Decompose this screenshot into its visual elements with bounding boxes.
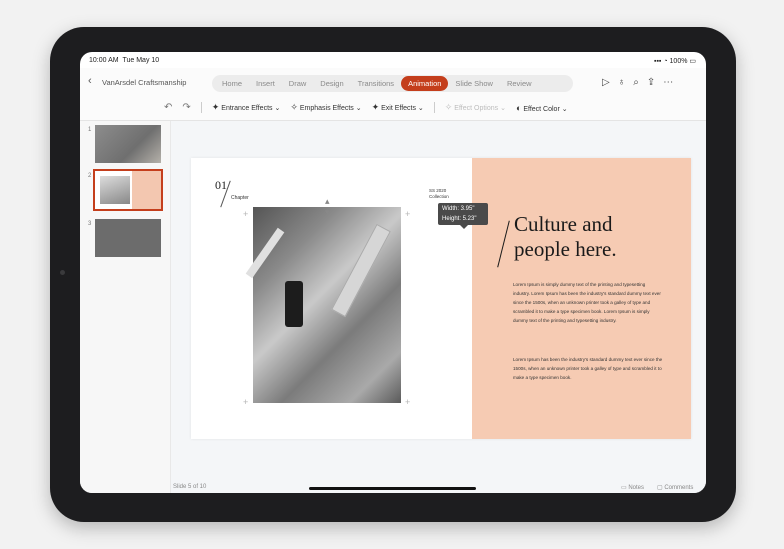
- effect-color-button[interactable]: ◐ Effect Color ⌄: [516, 103, 568, 113]
- emphasis-effects-label: Emphasis Effects: [299, 105, 354, 112]
- slide-title-line1: Culture and: [514, 212, 613, 236]
- comments-label: Comments: [664, 485, 694, 491]
- document-title[interactable]: VanArsdel Craftsmanship: [102, 78, 186, 87]
- tab-transitions[interactable]: Transitions: [351, 76, 401, 91]
- effect-options-icon: ✧: [444, 102, 453, 112]
- resize-handle-icon[interactable]: +: [405, 209, 410, 219]
- collection-season: SS 2020: [429, 188, 447, 193]
- slide-thumbnail-1[interactable]: [95, 125, 161, 163]
- slide-title-line2: people here.: [514, 237, 617, 261]
- tab-animation[interactable]: Animation: [401, 76, 449, 91]
- tab-design[interactable]: Design: [313, 76, 350, 91]
- resize-handle-icon[interactable]: +: [243, 397, 248, 407]
- slide-thumbnail-3[interactable]: [95, 219, 161, 257]
- status-bar: 10:00 AM Tue May 10 ▪▪▪ ◔ 100% ▭: [80, 52, 706, 68]
- back-chevron-icon[interactable]: ‹: [88, 75, 92, 87]
- resize-handle-icon[interactable]: +: [243, 209, 248, 219]
- tab-insert[interactable]: Insert: [249, 76, 282, 91]
- camera-dot: [60, 270, 65, 275]
- entrance-effects-button[interactable]: ✦ Entrance Effects ⌄: [212, 102, 281, 113]
- tab-home[interactable]: Home: [215, 76, 249, 91]
- battery-percent: 100%: [669, 58, 688, 65]
- slide-thumbnail-pane: 1 2 3: [80, 121, 171, 493]
- effect-color-icon: ◐: [515, 102, 522, 113]
- notes-label: Notes: [628, 485, 645, 491]
- chapter-label[interactable]: Chapter: [231, 195, 249, 201]
- size-tooltip: Width: 3.95" Height: 5.23": [438, 203, 488, 229]
- share-icon[interactable]: ⇪: [647, 77, 655, 88]
- tooltip-width: Width: 3.95": [442, 206, 475, 212]
- tab-draw[interactable]: Draw: [282, 76, 314, 91]
- tab-slide-show[interactable]: Slide Show: [448, 76, 500, 91]
- photo-ruler: [331, 223, 391, 318]
- toolbar-divider: [200, 102, 202, 113]
- effect-color-label: Effect Color: [523, 105, 560, 113]
- tooltip-height: Height: 5.23": [442, 216, 477, 222]
- play-icon[interactable]: ▷: [602, 77, 610, 88]
- exit-effects-label: Exit Effects: [381, 105, 416, 112]
- comments-button[interactable]: ▢ Comments: [657, 484, 693, 491]
- slide[interactable]: 01 Chapter SS 2020 Collection + + + + ▴ ▾ …: [191, 158, 691, 439]
- ribbon: ‹ VanArsdel Craftsmanship Home Insert Dr…: [80, 68, 706, 121]
- slide-thumbnail-2[interactable]: [93, 169, 163, 211]
- emphasis-effects-icon: ✧: [290, 102, 298, 112]
- status-time-date: 10:00 AM Tue May 10: [89, 57, 159, 64]
- body-paragraph-2[interactable]: Lorem Ipsum has been the industry's stan…: [513, 355, 663, 382]
- animation-toolbar: ↶ ↷ ✦ Entrance Effects ⌄ ✧ Emphasis Effe…: [164, 102, 568, 113]
- thumbnail-panel: [131, 171, 161, 209]
- collection-label[interactable]: SS 2020 Collection: [429, 188, 449, 200]
- thumbnail-number: 2: [88, 173, 92, 179]
- redo-icon[interactable]: ↷: [182, 102, 190, 113]
- exit-effects-icon: ✦: [371, 102, 380, 112]
- effect-options-button[interactable]: ✧ Effect Options ⌄: [445, 102, 506, 113]
- effect-options-label: Effect Options: [454, 105, 499, 112]
- status-right: ▪▪▪ ◔ 100% ▭: [653, 58, 696, 65]
- emphasis-effects-button[interactable]: ✧ Emphasis Effects ⌄: [290, 102, 361, 113]
- entrance-effects-label: Entrance Effects: [221, 105, 273, 112]
- exit-effects-button[interactable]: ✦ Exit Effects ⌄: [372, 102, 424, 113]
- undo-icon[interactable]: ↶: [164, 102, 172, 113]
- thumbnail-photo: [100, 176, 130, 204]
- home-indicator[interactable]: [309, 487, 476, 490]
- tab-review[interactable]: Review: [500, 76, 539, 91]
- thumbnail-number: 1: [88, 127, 92, 133]
- ribbon-tabs: Home Insert Draw Design Transitions Anim…: [212, 75, 573, 92]
- ribbon-right-icons: ▷ ♁ ⌕ ⇪ ⋯: [602, 77, 673, 88]
- more-icon[interactable]: ⋯: [663, 77, 673, 88]
- status-date: Tue May 10: [122, 57, 160, 64]
- move-handle-icon[interactable]: ▴ ▾: [325, 196, 330, 218]
- resize-handle-icon[interactable]: +: [405, 397, 410, 407]
- slide-canvas: 01 Chapter SS 2020 Collection + + + + ▴ ▾ …: [171, 121, 706, 481]
- slide-counter: Slide 5 of 10: [173, 484, 207, 490]
- photo-thread-spool: [285, 281, 303, 327]
- slide-title[interactable]: Culture and people here.: [514, 212, 617, 262]
- toolbar-divider: [433, 102, 435, 113]
- status-time: 10:00 AM: [89, 57, 119, 64]
- photo-pencil: [245, 227, 285, 279]
- collection-text: Collection: [429, 194, 449, 199]
- notes-button[interactable]: ▭ Notes: [621, 484, 644, 491]
- entrance-effects-icon: ✦: [211, 102, 220, 112]
- body-paragraph-1[interactable]: Lorem Ipsum is simply dummy text of the …: [513, 280, 663, 325]
- app-screen: 10:00 AM Tue May 10 ▪▪▪ ◔ 100% ▭ ‹ VanAr…: [80, 52, 706, 493]
- selected-photo[interactable]: [245, 207, 401, 403]
- lightbulb-icon[interactable]: ♁: [618, 77, 626, 88]
- search-icon[interactable]: ⌕: [633, 77, 639, 88]
- thumbnail-number: 3: [88, 221, 92, 227]
